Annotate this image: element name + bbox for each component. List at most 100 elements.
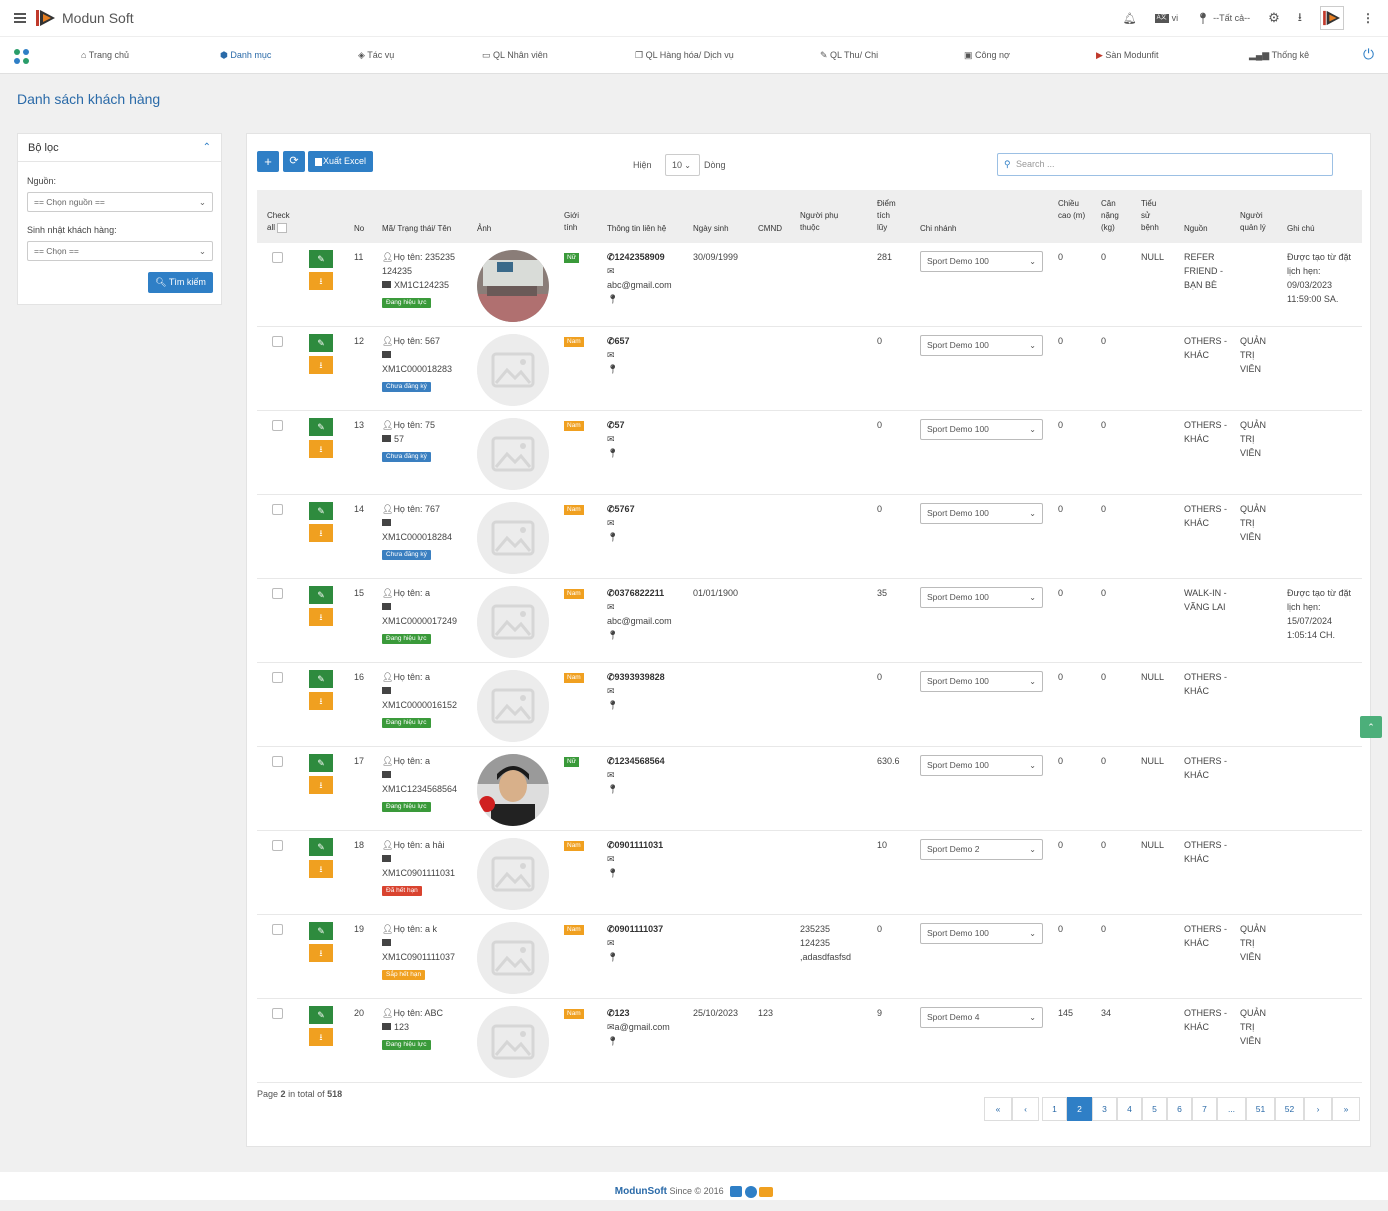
customer-photo[interactable] — [477, 754, 549, 826]
branch-select[interactable]: Sport Demo 100 ⌄ — [920, 587, 1043, 608]
apps-grid-icon[interactable] — [14, 49, 30, 65]
page-button[interactable]: 2 — [1067, 1097, 1092, 1121]
edit-button[interactable]: ✎ — [309, 418, 333, 436]
row-checkbox[interactable] — [272, 336, 283, 347]
download-button[interactable]: ⭳ — [309, 440, 333, 458]
page-button[interactable]: 51 — [1246, 1097, 1275, 1121]
page-button[interactable]: 6 — [1167, 1097, 1192, 1121]
customer-photo[interactable] — [477, 502, 549, 574]
customer-photo[interactable] — [477, 1006, 549, 1078]
edit-button[interactable]: ✎ — [309, 754, 333, 772]
page-button[interactable]: 3 — [1092, 1097, 1117, 1121]
download-button[interactable]: ⭳ — [309, 944, 333, 962]
row-checkbox[interactable] — [272, 1008, 283, 1019]
nav-staff[interactable]: ▭ QL Nhân viên — [482, 50, 548, 61]
page-button[interactable]: 4 — [1117, 1097, 1142, 1121]
facebook-icon[interactable] — [744, 1185, 757, 1198]
edit-button[interactable]: ✎ — [309, 922, 333, 940]
row-checkbox[interactable] — [272, 672, 283, 683]
download-button[interactable]: ⭳ — [309, 776, 333, 794]
row-checkbox[interactable] — [272, 756, 283, 767]
row-checkbox[interactable] — [272, 588, 283, 599]
branch-select[interactable]: Sport Demo 4 ⌄ — [920, 1007, 1043, 1028]
youtube-icon[interactable] — [759, 1186, 774, 1197]
customer-photo[interactable] — [477, 250, 549, 322]
page-size-select[interactable]: 10 ⌄ — [665, 154, 700, 176]
bell-icon[interactable]: 🔔︎ — [1123, 12, 1137, 25]
branch-select[interactable]: Sport Demo 100 ⌄ — [920, 755, 1043, 776]
download-button[interactable]: ⭳ — [309, 272, 333, 290]
row-checkbox[interactable] — [272, 924, 283, 935]
edit-button[interactable]: ✎ — [309, 250, 333, 268]
brand[interactable]: Modun Soft — [36, 9, 134, 27]
nav-modunfit[interactable]: ▶ Sàn Modunfit — [1096, 50, 1158, 61]
search-input[interactable]: ⚲ Search ... — [997, 153, 1333, 176]
menu-icon[interactable] — [14, 13, 26, 23]
page-button[interactable]: ... — [1217, 1097, 1246, 1121]
location-selector[interactable]: 📍︎ --Tất cả-- — [1196, 12, 1250, 25]
row-checkbox[interactable] — [272, 504, 283, 515]
edit-button[interactable]: ✎ — [309, 1006, 333, 1024]
filter-header[interactable]: Bộ lọc ⌃ — [18, 134, 221, 162]
download-button[interactable]: ⭳ — [309, 356, 333, 374]
download-button[interactable]: ⭳ — [309, 1028, 333, 1046]
birthday-select[interactable]: == Chọn == ⌄ — [27, 241, 213, 261]
nav-products[interactable]: ❐ QL Hàng hóa/ Dịch vụ — [635, 50, 734, 61]
refresh-button[interactable]: ⟳ — [283, 151, 305, 172]
nav-debt[interactable]: ▣ Công nợ — [964, 50, 1010, 61]
customer-photo[interactable] — [477, 670, 549, 742]
download-button[interactable]: ⭳ — [309, 692, 333, 710]
download-icon[interactable]: ⭳ — [1298, 8, 1302, 29]
edit-button[interactable]: ✎ — [309, 586, 333, 604]
branch-select[interactable]: Sport Demo 100 ⌄ — [920, 923, 1043, 944]
nav-tasks[interactable]: ◈ Tác vụ — [358, 50, 394, 61]
customer-photo[interactable] — [477, 334, 549, 406]
branch-select[interactable]: Sport Demo 100 ⌄ — [920, 251, 1043, 272]
edit-button[interactable]: ✎ — [309, 838, 333, 856]
nav-catalog[interactable]: ⬢ Danh mục — [220, 50, 271, 61]
nav-finance[interactable]: ✎ QL Thu/ Chi — [820, 50, 878, 61]
power-icon[interactable]: ⏻ — [1363, 46, 1374, 63]
edit-button[interactable]: ✎ — [309, 334, 333, 352]
last-page-icon[interactable]: » — [1332, 1097, 1360, 1121]
prev-page-icon[interactable]: ‹ — [1012, 1097, 1039, 1121]
branch-select[interactable]: Sport Demo 100 ⌄ — [920, 335, 1043, 356]
edit-button[interactable]: ✎ — [309, 670, 333, 688]
customer-photo[interactable] — [477, 922, 549, 994]
download-button[interactable]: ⭳ — [309, 608, 333, 626]
branch-select[interactable]: Sport Demo 100 ⌄ — [920, 503, 1043, 524]
nav-home[interactable]: ⌂ Trang chủ — [81, 50, 129, 60]
row-checkbox[interactable] — [272, 420, 283, 431]
source-select[interactable]: == Chọn nguồn == ⌄ — [27, 192, 213, 212]
nav-stats[interactable]: ▂▄▆ Thống kê — [1249, 50, 1309, 61]
customer-photo[interactable] — [477, 586, 549, 658]
more-vertical-icon[interactable]: ⋮ — [1362, 11, 1374, 25]
next-page-icon[interactable]: › — [1304, 1097, 1332, 1121]
header-check-all[interactable]: Check all — [267, 210, 297, 234]
download-button[interactable]: ⭳ — [309, 524, 333, 542]
language-switch[interactable]: A文 vi — [1154, 13, 1178, 23]
chevron-up-icon[interactable]: ⌃ — [203, 142, 211, 153]
row-checkbox[interactable] — [272, 840, 283, 851]
check-all-checkbox[interactable] — [277, 222, 288, 233]
branch-select[interactable]: Sport Demo 100 ⌄ — [920, 671, 1043, 692]
branch-select[interactable]: Sport Demo 100 ⌄ — [920, 419, 1043, 440]
page-button[interactable]: 5 — [1142, 1097, 1167, 1121]
row-checkbox[interactable] — [272, 252, 283, 263]
gear-icon[interactable]: ⚙ — [1268, 10, 1280, 26]
page-button[interactable]: 1 — [1042, 1097, 1067, 1121]
export-excel-button[interactable]: Xuất Excel — [308, 151, 373, 172]
download-button[interactable]: ⭳ — [309, 860, 333, 878]
page-button[interactable]: 52 — [1275, 1097, 1304, 1121]
add-button[interactable]: + — [257, 151, 279, 172]
twitter-icon[interactable] — [730, 1186, 743, 1198]
branch-select[interactable]: Sport Demo 2 ⌄ — [920, 839, 1043, 860]
scroll-top-button[interactable]: ⌃ — [1360, 716, 1382, 738]
edit-button[interactable]: ✎ — [309, 502, 333, 520]
customer-photo[interactable] — [477, 838, 549, 910]
page-button[interactable]: 7 — [1192, 1097, 1217, 1121]
search-button[interactable]: 🔍︎ Tìm kiếm — [148, 272, 213, 293]
customer-photo[interactable] — [477, 418, 549, 490]
avatar[interactable] — [1320, 6, 1344, 30]
first-page-icon[interactable]: « — [984, 1097, 1012, 1121]
